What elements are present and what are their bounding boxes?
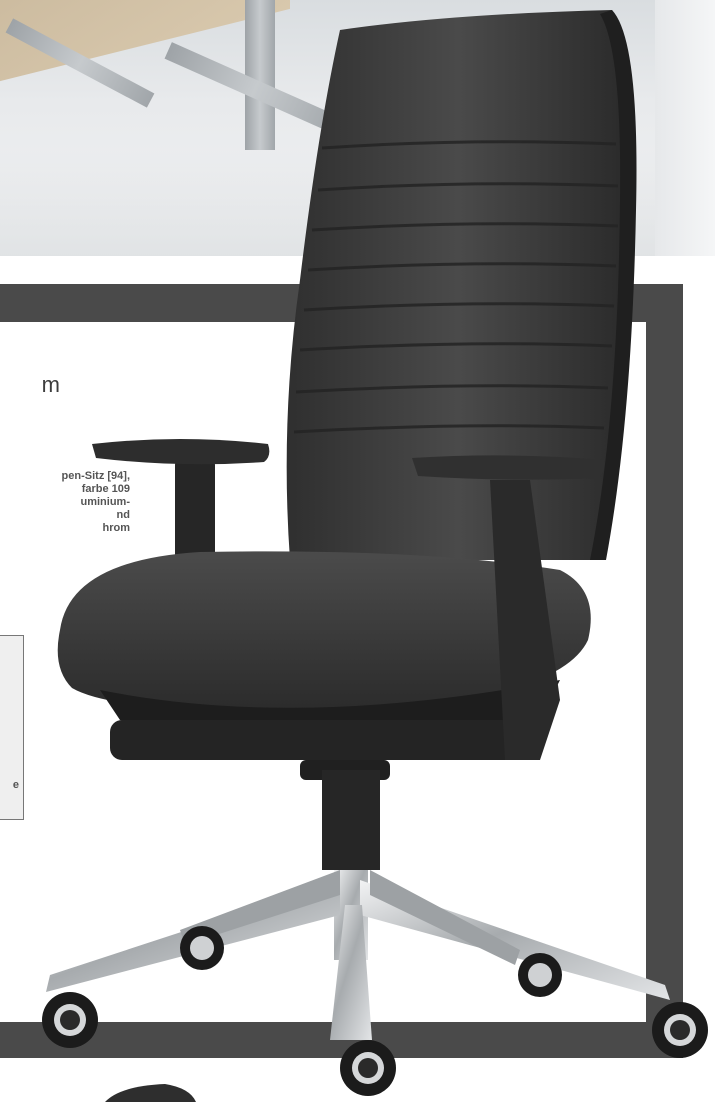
office-chair-image [42,10,708,1102]
chair-mechanism [110,720,530,780]
second-chair-top [105,1084,196,1102]
